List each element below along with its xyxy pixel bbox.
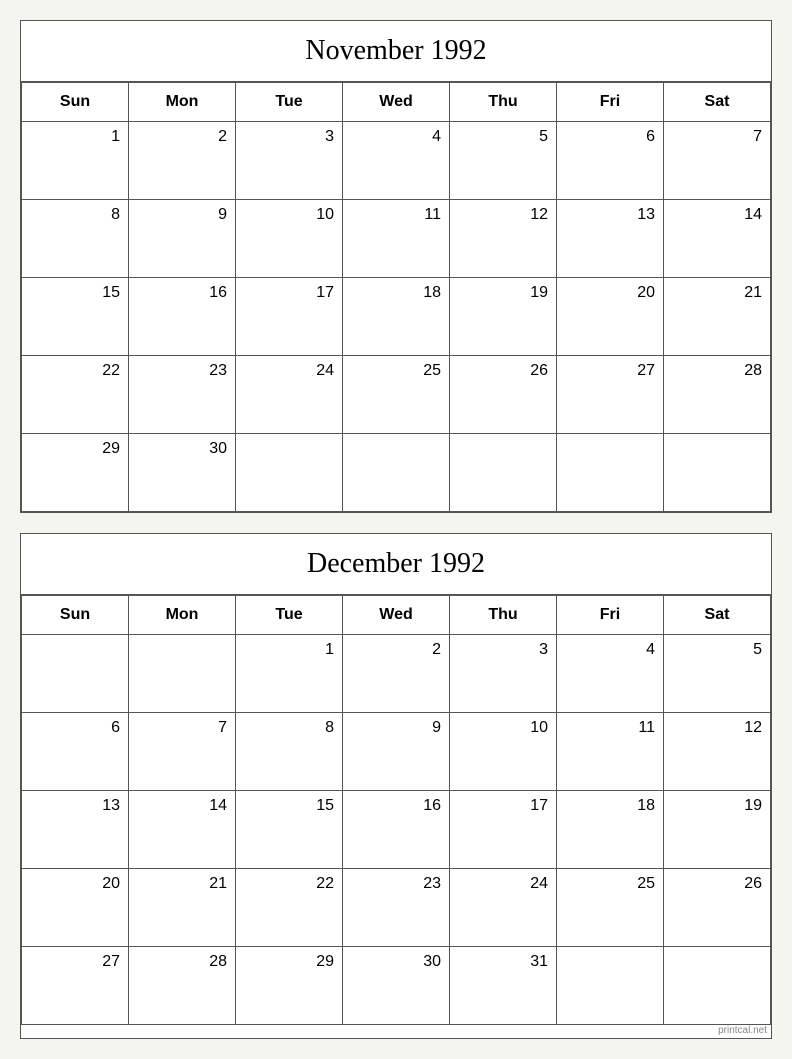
watermark: printcal.net — [21, 1025, 771, 1038]
table-row: 13 — [557, 200, 664, 278]
table-row: 9 — [129, 200, 236, 278]
table-row: 16 — [129, 278, 236, 356]
november-title: November 1992 — [21, 21, 771, 82]
table-row: 10 — [450, 713, 557, 791]
table-row: 3 — [450, 635, 557, 713]
table-row: 5 — [664, 635, 771, 713]
december-title: December 1992 — [21, 534, 771, 595]
november-calendar: November 1992 Sun Mon Tue Wed Thu Fri Sa… — [20, 20, 772, 513]
table-row: 8 — [236, 713, 343, 791]
nov-header-thu: Thu — [450, 83, 557, 122]
nov-header-wed: Wed — [343, 83, 450, 122]
table-row: 19 — [450, 278, 557, 356]
table-row: 30 — [343, 947, 450, 1025]
table-row: 4 — [557, 635, 664, 713]
table-row: 7 — [664, 122, 771, 200]
table-row: 14 — [129, 791, 236, 869]
nov-header-mon: Mon — [129, 83, 236, 122]
dec-header-wed: Wed — [343, 596, 450, 635]
table-row: 21 — [129, 869, 236, 947]
table-row: 15 — [236, 791, 343, 869]
table-row: 8 — [22, 200, 129, 278]
table-row: 18 — [343, 278, 450, 356]
table-row: 20 — [22, 869, 129, 947]
table-row: 9 — [343, 713, 450, 791]
table-row: 5 — [450, 122, 557, 200]
table-row: 17 — [236, 278, 343, 356]
table-row — [557, 434, 664, 512]
table-row: 11 — [343, 200, 450, 278]
table-row: 29 — [22, 434, 129, 512]
table-row: 27 — [557, 356, 664, 434]
table-row: 12 — [450, 200, 557, 278]
dec-header-sun: Sun — [22, 596, 129, 635]
table-row: 31 — [450, 947, 557, 1025]
table-row: 24 — [236, 356, 343, 434]
table-row: 12 — [664, 713, 771, 791]
table-row: 24 — [450, 869, 557, 947]
nov-header-fri: Fri — [557, 83, 664, 122]
table-row: 30 — [129, 434, 236, 512]
table-row: 29 — [236, 947, 343, 1025]
dec-header-fri: Fri — [557, 596, 664, 635]
table-row: 16 — [343, 791, 450, 869]
table-row: 1 — [236, 635, 343, 713]
table-row: 25 — [343, 356, 450, 434]
table-row: 13 — [22, 791, 129, 869]
table-row: 14 — [664, 200, 771, 278]
table-row: 26 — [664, 869, 771, 947]
table-row: 23 — [343, 869, 450, 947]
table-row — [129, 635, 236, 713]
dec-header-sat: Sat — [664, 596, 771, 635]
dec-header-tue: Tue — [236, 596, 343, 635]
table-row: 7 — [129, 713, 236, 791]
table-row — [343, 434, 450, 512]
table-row: 3 — [236, 122, 343, 200]
table-row: 10 — [236, 200, 343, 278]
nov-header-sun: Sun — [22, 83, 129, 122]
table-row — [557, 947, 664, 1025]
table-row — [664, 947, 771, 1025]
table-row: 28 — [664, 356, 771, 434]
table-row: 2 — [343, 635, 450, 713]
table-row: 18 — [557, 791, 664, 869]
nov-header-sat: Sat — [664, 83, 771, 122]
table-row: 25 — [557, 869, 664, 947]
table-row: 2 — [129, 122, 236, 200]
table-row: 4 — [343, 122, 450, 200]
nov-header-tue: Tue — [236, 83, 343, 122]
table-row: 15 — [22, 278, 129, 356]
table-row — [664, 434, 771, 512]
table-row: 1 — [22, 122, 129, 200]
dec-header-mon: Mon — [129, 596, 236, 635]
table-row: 6 — [22, 713, 129, 791]
table-row: 6 — [557, 122, 664, 200]
table-row — [22, 635, 129, 713]
table-row: 22 — [22, 356, 129, 434]
table-row: 11 — [557, 713, 664, 791]
table-row: 27 — [22, 947, 129, 1025]
table-row — [450, 434, 557, 512]
table-row: 17 — [450, 791, 557, 869]
december-calendar: December 1992 Sun Mon Tue Wed Thu Fri Sa… — [20, 533, 772, 1039]
table-row: 28 — [129, 947, 236, 1025]
table-row: 20 — [557, 278, 664, 356]
table-row — [236, 434, 343, 512]
table-row: 23 — [129, 356, 236, 434]
table-row: 21 — [664, 278, 771, 356]
table-row: 22 — [236, 869, 343, 947]
dec-header-thu: Thu — [450, 596, 557, 635]
table-row: 19 — [664, 791, 771, 869]
table-row: 26 — [450, 356, 557, 434]
